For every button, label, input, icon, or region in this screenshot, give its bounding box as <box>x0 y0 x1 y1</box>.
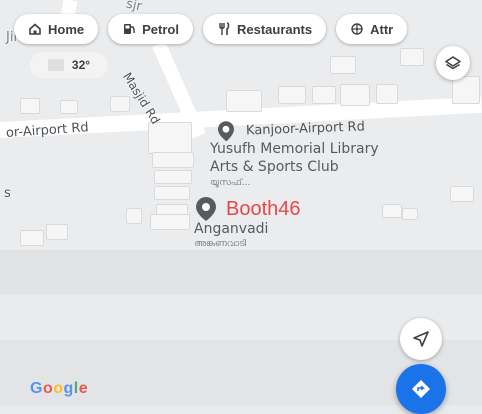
fork-knife-icon <box>219 22 230 35</box>
road-label-left-edge: s <box>4 186 11 201</box>
building <box>376 84 398 104</box>
chip-petrol[interactable]: Petrol <box>108 14 193 44</box>
place-anganvadi-label: Anganvadi <box>194 221 269 237</box>
place-anganvadi[interactable]: Anganvadi അങ്കണവാടി <box>194 220 268 250</box>
place-library-local-name: യൂസഫ്... <box>210 178 251 188</box>
category-chips: Home Petrol Restaurants Attr <box>14 14 408 44</box>
building <box>312 86 336 104</box>
building <box>400 48 424 66</box>
chip-petrol-label: Petrol <box>142 21 179 37</box>
place-kanjoor-road[interactable]: Kanjoor-Airport Rd <box>216 115 366 142</box>
chip-attractions[interactable]: Attr <box>336 14 408 44</box>
place-anganvadi-local-name: അങ്കണവാടി <box>194 239 247 249</box>
building <box>46 224 68 240</box>
building <box>148 122 192 154</box>
google-logo: Google <box>30 380 88 398</box>
building <box>126 208 142 224</box>
place-booth46-label: Booth46 <box>226 197 301 220</box>
road-label-top-right: sjr <box>124 0 144 15</box>
chip-home[interactable]: Home <box>14 14 99 44</box>
building <box>340 84 370 106</box>
building <box>154 170 192 184</box>
place-booth46[interactable]: Booth46 <box>194 196 301 222</box>
home-icon <box>29 23 41 35</box>
my-location-button[interactable] <box>400 318 442 360</box>
map-pin-icon <box>196 197 216 221</box>
building <box>20 98 40 114</box>
building <box>452 76 480 104</box>
attractions-icon <box>351 23 363 35</box>
building <box>150 214 190 230</box>
chip-attractions-label: Attr <box>370 21 394 37</box>
directions-button[interactable] <box>396 364 446 414</box>
building <box>278 86 306 104</box>
chip-restaurants[interactable]: Restaurants <box>202 14 327 44</box>
place-kanjoor-road-label: Kanjoor-Airport Rd <box>245 118 366 139</box>
building <box>20 230 44 246</box>
place-library-line1: Yusufh Memorial Library <box>210 141 379 157</box>
building <box>330 56 356 74</box>
building <box>110 96 130 112</box>
building <box>60 100 78 114</box>
location-arrow-icon <box>413 331 429 347</box>
building <box>450 186 474 202</box>
place-library[interactable]: Yusufh Memorial Library Arts & Sports Cl… <box>210 140 379 190</box>
place-library-line2: Arts & Sports Club <box>210 159 339 175</box>
chip-home-label: Home <box>48 21 85 37</box>
building <box>154 186 190 200</box>
google-logo-text: Google <box>30 380 89 397</box>
fuel-pump-icon <box>124 24 135 34</box>
building <box>226 90 262 112</box>
weather-badge[interactable]: 32° <box>30 52 108 78</box>
building <box>152 152 194 168</box>
chip-restaurants-label: Restaurants <box>236 21 313 37</box>
map-area-band <box>0 250 482 294</box>
weather-icon <box>47 59 64 71</box>
layers-button[interactable] <box>436 46 470 80</box>
directions-icon <box>412 380 430 398</box>
layers-icon <box>445 56 461 70</box>
building <box>402 208 418 220</box>
building <box>382 204 402 218</box>
weather-temperature: 32° <box>71 58 91 72</box>
